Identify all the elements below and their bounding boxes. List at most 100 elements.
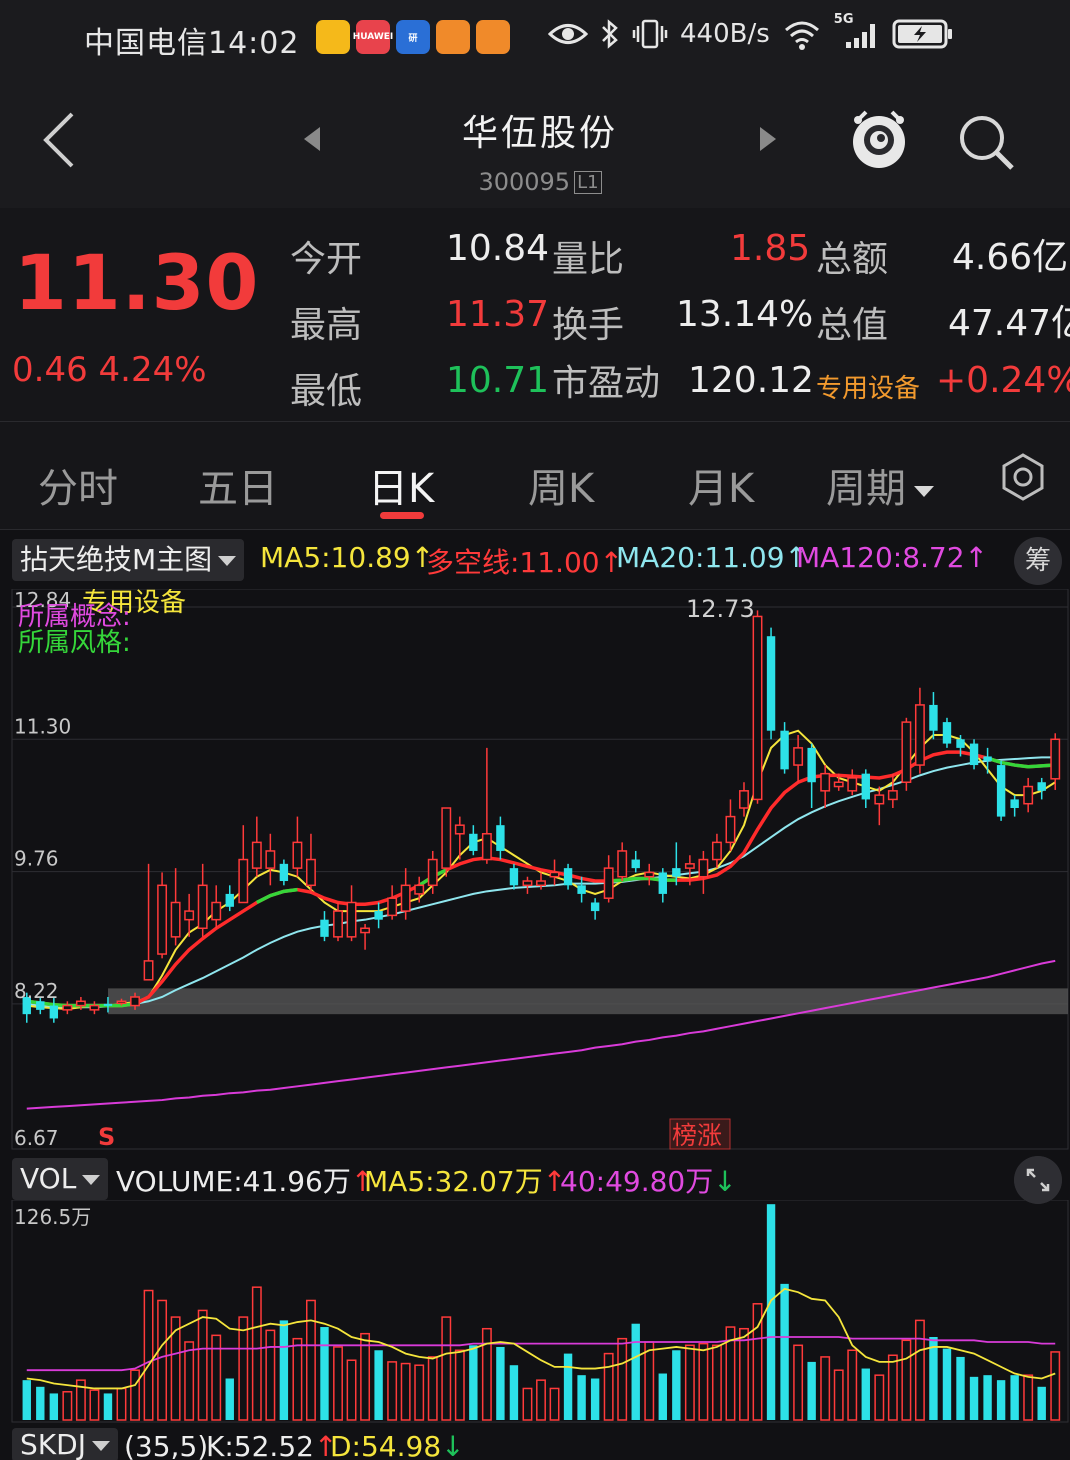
skdj-indicator-selector[interactable]: SKDJ (12, 1428, 118, 1460)
tab-daily-k[interactable]: 日K (368, 456, 434, 514)
volume-indicator-selector[interactable]: VOL (12, 1158, 109, 1200)
candle (658, 868, 667, 903)
sell-signal-marker: S (98, 1123, 115, 1151)
volume-bar (684, 1344, 695, 1421)
candle (563, 863, 573, 890)
skdj-indicator-bar: SKDJ (35,5) K:52.52↑ D:54.98↓ (0, 1424, 1070, 1460)
volume-bar (711, 1344, 722, 1421)
volume-bar (143, 1289, 154, 1421)
volume-chart[interactable]: 126.5万 (0, 1200, 1070, 1424)
previous-stock-button[interactable] (300, 124, 324, 154)
candle (1023, 777, 1034, 813)
volume-bar (469, 1345, 478, 1420)
tab-monthly-k[interactable]: 月K (688, 456, 754, 514)
volume-max-label: 126.5万 (14, 1205, 91, 1229)
volume-bar (441, 1316, 452, 1421)
bluetooth-icon (602, 19, 618, 49)
search-icon[interactable] (956, 112, 1016, 172)
tab-weekly-k[interactable]: 周K (528, 456, 594, 514)
chevron-down-icon (82, 1175, 101, 1185)
main-indicator-selector[interactable]: 拈天绝技M主图 (12, 539, 245, 581)
current-price: 11.30 (14, 238, 260, 327)
candle (901, 717, 912, 791)
high-price-label: 12.73 (686, 595, 755, 623)
candle (766, 627, 776, 740)
volume-bar (536, 1379, 546, 1421)
net-speed: 440B/s (680, 19, 770, 49)
price-tick-label: 11.30 (14, 714, 71, 738)
stock-code: 300095 L1 (440, 168, 640, 196)
wifi-icon (784, 21, 819, 50)
value-open: 10.84 (446, 228, 550, 269)
vibrate-icon (632, 19, 668, 49)
candle (1050, 733, 1061, 790)
volume-bar (914, 1319, 925, 1421)
chevron-down-icon (218, 556, 237, 566)
candle (481, 747, 492, 864)
volume-ma40-value: 40:49.80万↓ (560, 1165, 737, 1198)
volume-bar (563, 1353, 573, 1420)
mascot-assistant-icon[interactable] (848, 104, 910, 174)
volume-bar (956, 1356, 965, 1420)
expand-icon[interactable] (1014, 1156, 1062, 1204)
volume-bar (414, 1364, 425, 1421)
status-bar: 中国电信14:02 HUAWEI 研 440B/s 5G (0, 0, 1070, 78)
volume-bar (157, 1299, 168, 1421)
volume-bar (238, 1316, 249, 1421)
value-low: 10.71 (446, 360, 550, 401)
ma5-value: MA5:10.89↑ (260, 541, 435, 574)
volume-bar (265, 1329, 276, 1421)
candle (631, 850, 640, 873)
volume-bar (631, 1323, 640, 1420)
candle (996, 760, 1006, 821)
support-band (108, 988, 1068, 1015)
label-low: 最低 (290, 371, 363, 412)
candle (698, 850, 709, 894)
candle (89, 1001, 100, 1015)
volume-bar (793, 1344, 804, 1421)
tab-five-day[interactable]: 五日 (198, 456, 278, 514)
tab-period-dropdown[interactable]: 周期 (826, 456, 934, 514)
volume-bar (184, 1341, 195, 1421)
volume-bar (346, 1359, 357, 1421)
volume-ma40-line (26, 1336, 1056, 1372)
volume-bar (590, 1378, 600, 1420)
volume-bar (847, 1349, 858, 1421)
value-market-cap: 47.47亿 (948, 303, 1070, 344)
sector-name[interactable]: 专用设备 (816, 368, 920, 405)
next-stock-button[interactable] (756, 124, 780, 154)
volume-bar (698, 1342, 709, 1421)
volume-bar (969, 1376, 979, 1420)
skdj-params: (35,5) (124, 1430, 209, 1460)
candle (387, 885, 398, 920)
volume-bar (103, 1393, 113, 1420)
volume-bar (62, 1391, 73, 1421)
candle (320, 911, 329, 942)
chip-distribution-button[interactable]: 筹 (1014, 537, 1062, 585)
volume-bar (279, 1320, 289, 1420)
app-icon-a (436, 20, 470, 54)
candle (279, 859, 289, 886)
volume-bar (427, 1356, 438, 1421)
volume-ma5-value: MA5:32.07万↑ (364, 1165, 567, 1198)
candle (739, 782, 749, 817)
dkx-line-down-segment (256, 887, 298, 905)
volume-bar (996, 1380, 1006, 1420)
level-badge: L1 (574, 171, 602, 194)
volume-bar (1023, 1374, 1034, 1421)
candle (793, 734, 804, 783)
volume-bar (766, 1204, 776, 1420)
tab-intraday[interactable]: 分时 (38, 456, 118, 514)
system-indicators: 440B/s 5G (548, 12, 954, 50)
volume-bar (400, 1362, 411, 1421)
volume-bar (306, 1299, 316, 1421)
candle (590, 898, 600, 920)
volume-bar (360, 1332, 371, 1421)
back-button[interactable] (40, 110, 80, 170)
candle (549, 859, 560, 886)
candlestick-chart[interactable]: 12.8411.309.768.226.67专用设备所属概念:所属风格:12.7… (0, 589, 1070, 1151)
value-turnover-amount: 4.66亿 (952, 237, 1069, 278)
volume-bar (658, 1373, 667, 1420)
settings-hexagon-icon[interactable] (998, 452, 1048, 502)
volume-bar (887, 1354, 898, 1421)
